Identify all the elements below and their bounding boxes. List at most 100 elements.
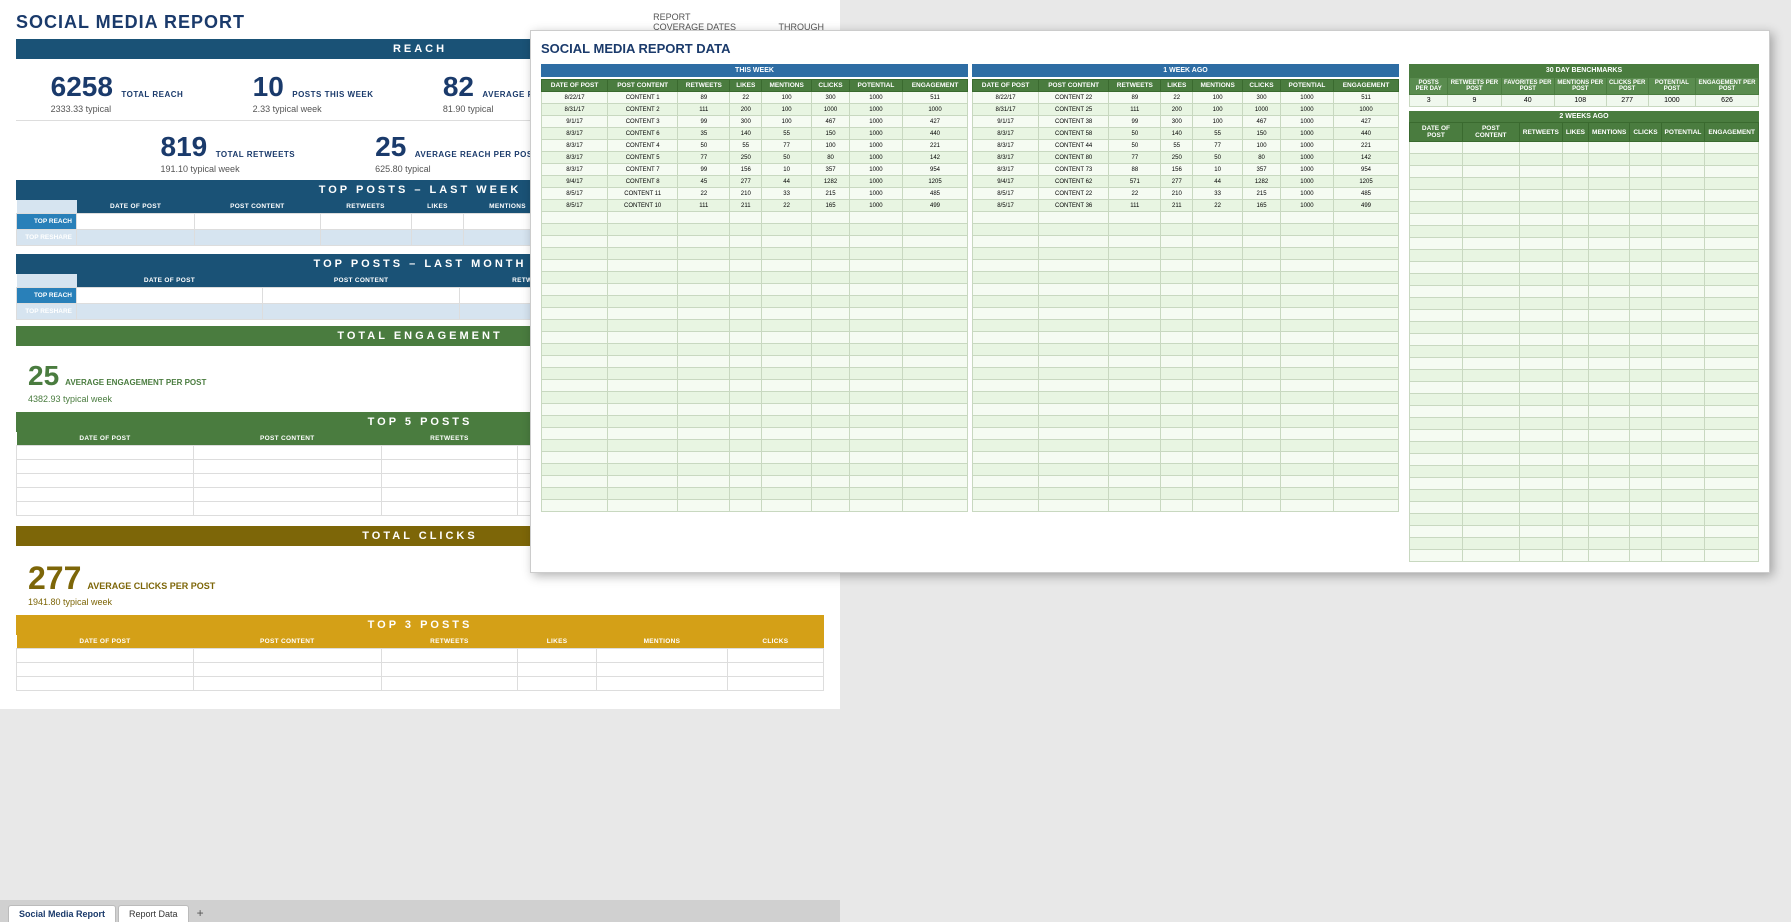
add-tab-button[interactable]: + <box>191 904 210 922</box>
cell: 8/3/17 <box>973 140 1039 152</box>
cell <box>1193 488 1243 500</box>
cell: 1000 <box>849 188 902 200</box>
cell <box>1280 440 1333 452</box>
cell <box>1161 332 1193 344</box>
cell: 1000 <box>849 128 902 140</box>
col-cl-tw: CLICKS <box>812 80 850 92</box>
cell <box>1280 308 1333 320</box>
cell: 88 <box>1109 164 1161 176</box>
cell <box>1630 298 1661 310</box>
table-row <box>542 236 968 248</box>
cell: 50 <box>1109 140 1161 152</box>
cell <box>678 284 730 296</box>
cell <box>17 502 194 516</box>
cell <box>1109 428 1161 440</box>
cell <box>1410 550 1463 562</box>
cell <box>1334 440 1399 452</box>
table-row <box>542 488 968 500</box>
report-label: REPORT <box>653 12 690 22</box>
cell: 100 <box>812 140 850 152</box>
col-likes-week: LIKES <box>411 200 464 214</box>
cell <box>1661 202 1705 214</box>
cell <box>1334 500 1399 512</box>
cell <box>903 476 968 488</box>
cell <box>849 416 902 428</box>
cell <box>730 224 762 236</box>
cell <box>1193 428 1243 440</box>
cell <box>973 476 1039 488</box>
cell: 1000 <box>1280 140 1333 152</box>
table-row <box>1410 178 1759 190</box>
cell <box>812 452 850 464</box>
cell <box>1661 190 1705 202</box>
cell <box>1109 344 1161 356</box>
cell <box>1109 212 1161 224</box>
cell <box>608 392 678 404</box>
cell: 277 <box>1606 95 1648 107</box>
cell: 1000 <box>1648 95 1695 107</box>
cell <box>1462 502 1519 514</box>
cell <box>381 474 517 488</box>
table-row <box>542 476 968 488</box>
cell <box>762 272 812 284</box>
table-row <box>542 416 968 428</box>
cell: 111 <box>678 200 730 212</box>
col-content: POST CONTENT <box>1462 123 1519 142</box>
cell: 1000 <box>1334 104 1399 116</box>
tab-social-media-report[interactable]: Social Media Report <box>8 905 116 922</box>
cell <box>542 236 608 248</box>
total-reach-label: TOTAL REACH <box>121 90 183 99</box>
cell <box>1039 260 1109 272</box>
cell <box>1661 502 1705 514</box>
cell: 100 <box>1193 92 1243 104</box>
cell <box>542 296 608 308</box>
cell: 1000 <box>1280 188 1333 200</box>
cell <box>762 224 812 236</box>
total-reach-typical: 2333.33 typical <box>51 104 184 114</box>
cell: 499 <box>1334 200 1399 212</box>
cell <box>1630 514 1661 526</box>
cell <box>1705 454 1759 466</box>
total-reach-value: 6258 <box>51 71 113 103</box>
cell <box>1661 322 1705 334</box>
cell <box>1562 310 1588 322</box>
cell <box>812 368 850 380</box>
cell <box>542 212 608 224</box>
tab-report-data[interactable]: Report Data <box>118 905 189 922</box>
cell <box>1630 406 1661 418</box>
cell <box>1705 250 1759 262</box>
cell <box>903 332 968 344</box>
cell <box>1630 358 1661 370</box>
cell <box>730 416 762 428</box>
table-row <box>973 500 1399 512</box>
cell: 100 <box>762 104 812 116</box>
cell <box>1243 260 1281 272</box>
cell: 100 <box>1193 116 1243 128</box>
cell <box>1519 310 1562 322</box>
cell <box>1410 418 1463 430</box>
cell <box>1109 260 1161 272</box>
cell <box>1630 178 1661 190</box>
col-eg-1w: ENGAGEMENT <box>1334 80 1399 92</box>
col-content-t5: POST CONTENT <box>193 432 381 446</box>
cell: 55 <box>730 140 762 152</box>
cell: CONTENT 80 <box>1039 152 1109 164</box>
col-mn-tw: MENTIONS <box>762 80 812 92</box>
cell <box>1589 166 1630 178</box>
cell <box>1630 490 1661 502</box>
cell <box>730 404 762 416</box>
cell: 99 <box>678 164 730 176</box>
cell: 8/31/17 <box>542 104 608 116</box>
cell: 89 <box>1109 92 1161 104</box>
cell <box>1243 236 1281 248</box>
cell <box>608 476 678 488</box>
cell <box>597 677 728 691</box>
cell <box>1562 286 1588 298</box>
cell <box>1705 514 1759 526</box>
cell <box>542 488 608 500</box>
cell <box>678 380 730 392</box>
cell <box>1410 406 1463 418</box>
cell <box>1109 440 1161 452</box>
cell <box>597 663 728 677</box>
cell <box>678 212 730 224</box>
